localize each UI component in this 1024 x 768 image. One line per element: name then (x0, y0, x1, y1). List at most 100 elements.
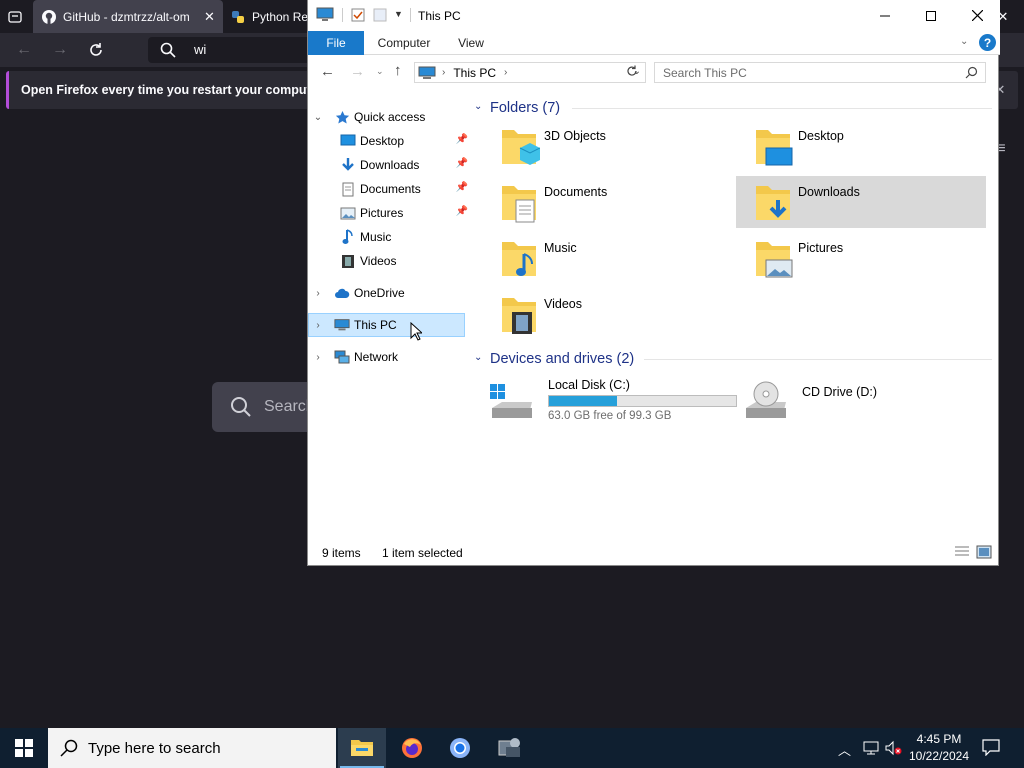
folder-tile-pictures[interactable]: Pictures (736, 232, 986, 284)
minimize-button[interactable] (862, 0, 908, 31)
pin-icon: 📌 (455, 134, 468, 145)
tab-view[interactable]: View (448, 31, 494, 55)
this-pc-icon (418, 66, 436, 80)
nav-onedrive[interactable]: OneDrive (334, 282, 405, 304)
folder-tile-music[interactable]: Music (482, 232, 732, 284)
properties-icon[interactable] (350, 7, 366, 28)
nav-quick-access[interactable]: Quick access (334, 106, 425, 128)
tab-computer[interactable]: Computer (372, 31, 436, 55)
taskbar-firefox[interactable] (388, 728, 436, 768)
group-divider (644, 359, 992, 360)
nav-quick-music[interactable]: Music (340, 226, 391, 248)
collapse-group-icon[interactable]: ⌄ (474, 352, 482, 363)
firefox-tab-github[interactable]: GitHub - dzmtrzz/alt-om ✕ (33, 0, 223, 33)
network-status-icon[interactable] (862, 740, 880, 761)
ribbon: File Computer View ⌄ ? (308, 31, 1000, 55)
pin-icon: 📌 (455, 182, 468, 193)
folders-group-header[interactable]: Folders (7) (490, 97, 560, 119)
search-placeholder: Search This PC (663, 65, 747, 80)
film-icon (340, 253, 356, 269)
tab-list-icon[interactable] (6, 8, 24, 26)
nav-this-pc[interactable]: This PC (334, 314, 397, 336)
system-clock[interactable]: 4:45 PM 10/22/2024 (904, 731, 974, 765)
folder-name: Music (544, 241, 577, 255)
close-tab-icon[interactable]: ✕ (204, 9, 215, 25)
tiles-view-icon[interactable] (976, 545, 992, 562)
taskbar-tool-app[interactable] (486, 728, 534, 768)
folder-tile-downloads[interactable]: Downloads (736, 176, 986, 228)
notification-center-icon[interactable] (982, 739, 1000, 761)
folder-tile-desktop[interactable]: Desktop (736, 120, 986, 172)
details-view-icon[interactable] (954, 545, 970, 562)
taskbar-chrome-app[interactable] (436, 728, 484, 768)
back-icon[interactable]: ← (320, 63, 335, 80)
search-icon (965, 66, 978, 82)
show-hidden-icons-icon[interactable]: ︿ (838, 740, 851, 759)
nav-quick-downloads[interactable]: Downloads 📌 (340, 154, 468, 176)
start-button[interactable] (0, 728, 48, 768)
maximize-button[interactable] (908, 0, 954, 31)
taskbar: Type here to search ︿ 4:45 PM 10/22/2024 (0, 728, 1024, 768)
taskbar-search-placeholder: Type here to search (88, 739, 221, 757)
drive-free-space: 63.0 GB free of 99.3 GB (548, 410, 672, 422)
folder-tile-documents[interactable]: Documents (482, 176, 732, 228)
tool-app-icon (498, 738, 520, 757)
pictures-folder-icon (752, 238, 794, 280)
expand-ribbon-icon[interactable]: ⌄ (960, 36, 968, 47)
taskbar-search-box[interactable]: Type here to search (48, 728, 336, 768)
nav-label: Documents (360, 182, 421, 196)
notification-text: Open Firefox every time you restart your… (21, 83, 323, 97)
folder-tile-3d-objects[interactable]: 3D Objects (482, 120, 732, 172)
python-icon (230, 9, 246, 25)
videos-folder-icon (498, 294, 540, 336)
nav-quick-pictures[interactable]: Pictures 📌 (340, 202, 468, 224)
volume-muted-icon[interactable] (884, 740, 902, 761)
address-bar[interactable]: › This PC › ⌄ (414, 62, 646, 83)
nav-quick-desktop[interactable]: Desktop 📌 (340, 130, 468, 152)
nav-network[interactable]: Network (334, 346, 398, 368)
navigation-pane: ⌄ Quick access Desktop 📌 Downloads 📌 Doc… (308, 96, 468, 536)
reload-icon[interactable] (86, 40, 106, 60)
search-this-pc-input[interactable]: Search This PC (654, 62, 986, 83)
github-icon (41, 9, 57, 25)
quick-access-toolbar-dropdown-icon[interactable]: ▼ (394, 9, 403, 19)
collapse-group-icon[interactable]: ⌄ (474, 101, 482, 112)
folder-name: Downloads (798, 185, 860, 199)
forward-icon[interactable]: → (350, 63, 365, 80)
nav-label: Music (360, 230, 392, 244)
file-explorer-window: ▼ This PC File Computer View ⌄ ? ← → ⌄ ↑… (307, 0, 1000, 566)
new-folder-icon[interactable] (372, 7, 388, 28)
status-bar: 9 items 1 item selected (308, 542, 1000, 564)
window-title: This PC (418, 9, 461, 23)
back-icon[interactable]: ← (14, 40, 34, 60)
download-arrow-icon (340, 157, 356, 173)
documents-folder-icon (498, 182, 540, 224)
firefox-tab-python[interactable]: Python Re (224, 0, 308, 33)
close-button[interactable] (954, 0, 1000, 31)
close-icon (971, 10, 983, 21)
pin-icon: 📌 (455, 158, 468, 169)
cd-drive-icon (742, 380, 788, 429)
drives-group-header[interactable]: Devices and drives (2) (490, 348, 634, 370)
breadcrumb[interactable]: This PC (453, 66, 496, 80)
nav-quick-documents[interactable]: Documents 📌 (340, 178, 468, 200)
url-text: wi (194, 42, 207, 57)
drive-name: Local Disk (C:) (548, 378, 630, 392)
expand-chevron-icon[interactable]: › (312, 314, 324, 336)
expand-chevron-icon[interactable]: › (312, 346, 324, 368)
drive-tile-d[interactable]: CD Drive (D:) (736, 374, 986, 426)
nav-quick-videos[interactable]: Videos (340, 250, 396, 272)
drive-tile-c[interactable]: Local Disk (C:) 63.0 GB free of 99.3 GB (482, 374, 742, 426)
taskbar-file-explorer[interactable] (338, 728, 386, 768)
folder-tile-videos[interactable]: Videos (482, 288, 732, 340)
tab-file[interactable]: File (308, 31, 364, 55)
expand-chevron-icon[interactable]: › (312, 282, 324, 304)
help-icon[interactable]: ? (979, 34, 996, 51)
search-icon (160, 42, 176, 63)
forward-icon[interactable]: → (50, 40, 70, 60)
collapse-chevron-icon[interactable]: ⌄ (312, 106, 324, 128)
recent-locations-icon[interactable]: ⌄ (376, 66, 384, 77)
refresh-icon[interactable] (626, 64, 638, 82)
pin-icon: 📌 (455, 206, 468, 217)
up-icon[interactable]: ↑ (394, 62, 402, 79)
